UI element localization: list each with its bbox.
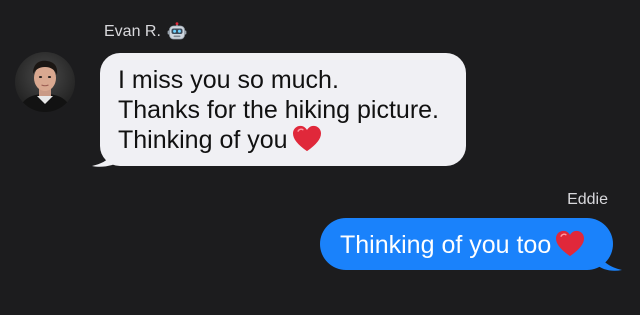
outgoing-message-text: Thinking of you too	[340, 231, 552, 259]
red-heart-icon	[292, 125, 321, 152]
sender-header: Evan R.	[104, 22, 187, 42]
incoming-message-line-with-heart: Thinking of you	[118, 125, 448, 155]
incoming-message-line: Thanks for the hiking picture.	[118, 96, 439, 124]
incoming-message-bubble[interactable]: I miss you so much. Thanks for the hikin…	[100, 53, 466, 166]
sender-name: Evan R.	[104, 23, 161, 40]
incoming-message-line: I miss you so much.	[118, 66, 339, 94]
avatar[interactable]	[15, 52, 75, 112]
incoming-message-line: Thinking of you	[118, 126, 288, 154]
receiver-name: Eddie	[567, 191, 608, 208]
red-heart-icon	[556, 230, 585, 257]
message-thread: Evan R. I miss you so much. Thanks for t…	[0, 0, 640, 315]
person-avatar	[15, 52, 75, 112]
robot-icon	[167, 22, 187, 40]
outgoing-message-bubble[interactable]: Thinking of you too	[320, 218, 613, 270]
